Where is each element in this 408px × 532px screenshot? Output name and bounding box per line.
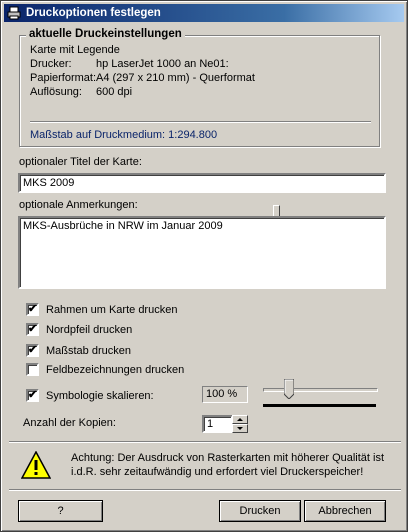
title-label: optionaler Titel der Karte: (19, 156, 142, 168)
title-bar[interactable]: Druckoptionen festlegen (4, 4, 404, 22)
frame-label: Rahmen um Karte drucken (46, 303, 178, 316)
symbology-value: 100 % (202, 386, 248, 403)
symbology-slider-base (263, 404, 376, 407)
scale-symbology-checkbox[interactable] (26, 388, 39, 402)
field-labels-label: Feldbezeichnungen drucken (46, 363, 185, 376)
map-title-input[interactable] (18, 173, 386, 193)
printer-label: Drucker: (30, 58, 72, 70)
printer-icon (7, 6, 21, 20)
copies-label: Anzahl der Kopien: (23, 417, 116, 429)
cancel-button[interactable]: Abbrechen (304, 500, 386, 522)
window-title: Druckoptionen festlegen (26, 7, 161, 19)
warning-line-2: i.d.R. sehr zeitaufwändig und erfordert … (71, 466, 364, 478)
notes-textarea[interactable]: MKS-Ausbrüche in NRW im Januar 2009 (18, 216, 386, 289)
warning-icon (21, 451, 51, 479)
option-field-labels[interactable]: Feldbezeichnungen drucken (26, 363, 184, 376)
frame-checkbox[interactable] (26, 302, 39, 316)
scalebar-label: Maßstab drucken (46, 344, 131, 357)
current-settings-group: aktuelle Druckeinstellungen Karte mit Le… (19, 28, 380, 147)
resolution-value: 600 dpi (96, 86, 133, 98)
resolution-label: Auflösung: (30, 86, 82, 98)
output-type: Karte mit Legende (30, 44, 120, 56)
print-options-dialog: Druckoptionen festlegen aktuelle Druckei… (0, 0, 408, 532)
group-title: aktuelle Druckeinstellungen (26, 28, 185, 40)
north-arrow-checkbox[interactable] (26, 322, 39, 336)
copies-spinner[interactable] (232, 415, 248, 433)
symbology-slider-track[interactable] (263, 388, 378, 392)
field-labels-checkbox[interactable] (26, 363, 39, 376)
option-scalebar[interactable]: Maßstab drucken (26, 343, 131, 357)
spin-up-button[interactable] (232, 415, 248, 424)
paper-label: Papierformat: (30, 72, 97, 84)
notes-label: optionale Anmerkungen: (19, 199, 138, 211)
divider-bottom (9, 489, 401, 491)
group-divider (30, 121, 371, 123)
print-scale: Maßstab auf Druckmedium: 1:294.800 (30, 129, 218, 141)
option-frame[interactable]: Rahmen um Karte drucken (26, 302, 178, 316)
north-arrow-label: Nordpfeil drucken (46, 323, 133, 336)
arrow-down-icon (237, 427, 243, 430)
arrow-up-icon (237, 418, 243, 421)
paper-value: A4 (297 x 210 mm) - Querformat (96, 72, 255, 84)
option-north-arrow[interactable]: Nordpfeil drucken (26, 322, 133, 336)
symbology-slider-thumb[interactable] (284, 379, 294, 399)
option-scale-symbology[interactable]: Symbologie skalieren: (26, 388, 154, 402)
spin-down-button[interactable] (232, 424, 248, 433)
copies-input[interactable] (202, 415, 233, 433)
divider-top (9, 441, 401, 443)
scale-symbology-label: Symbologie skalieren: (46, 389, 154, 402)
warning-line-1: Achtung: Der Ausdruck von Rasterkarten m… (71, 452, 385, 464)
printer-value: hp LaserJet 1000 an Ne01: (96, 58, 229, 70)
scalebar-checkbox[interactable] (26, 343, 39, 357)
help-button[interactable]: ? (18, 500, 103, 522)
print-button[interactable]: Drucken (219, 500, 301, 522)
